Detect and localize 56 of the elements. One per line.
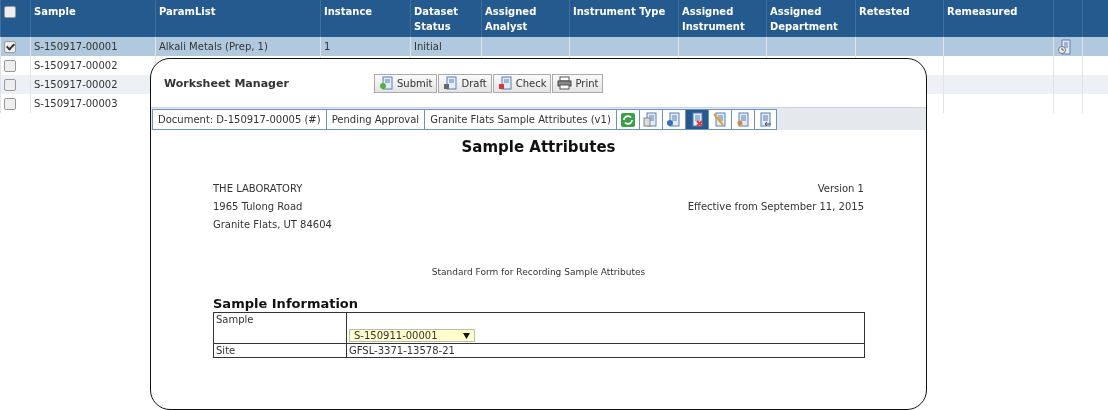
document-info: Pending Approval <box>325 109 425 130</box>
document-info: Granite Flats Sample Attributes (v1) <box>424 109 616 130</box>
column-header[interactable]: Assigned Instrument <box>682 4 763 34</box>
table-row[interactable]: S-150917-00001 Alkali Metals (Prep, 1) 1 Initial <box>0 37 1108 56</box>
printer-icon <box>557 76 573 90</box>
address-line: THE LABORATORY <box>213 182 304 196</box>
row-checkbox[interactable] <box>4 97 16 110</box>
field-label: Site <box>216 345 236 356</box>
user-document-icon[interactable] <box>730 109 754 130</box>
row-checkbox[interactable] <box>4 59 16 72</box>
back-document-icon[interactable] <box>753 109 777 130</box>
field-label: Sample <box>216 314 254 325</box>
column-header[interactable]: Remeasured <box>947 4 1018 19</box>
sample-dropdown[interactable]: S-150911-00001 <box>349 329 475 342</box>
table-cell: 1 <box>324 41 331 52</box>
draft-button[interactable]: Draft <box>438 73 492 93</box>
field-value: GFSL-3371-13578-21 <box>349 345 455 356</box>
row-checkbox[interactable] <box>4 78 16 91</box>
table-cell: S-150917-00003 <box>34 98 118 109</box>
section-heading: Sample Information <box>213 296 360 311</box>
document-icon <box>443 76 459 90</box>
document-clock-icon[interactable] <box>1057 38 1073 55</box>
column-header[interactable]: Instrument Type <box>573 4 666 19</box>
document-icon <box>497 76 513 90</box>
address-line: 1965 Tulong Road <box>213 200 304 214</box>
globe-document-icon[interactable] <box>661 109 685 130</box>
delete-document-icon[interactable] <box>684 109 708 130</box>
refresh-icon[interactable] <box>615 109 639 130</box>
select-all-checkbox[interactable] <box>4 6 16 18</box>
table-cell: Alkali Metals (Prep, 1) <box>159 41 268 52</box>
address-line: Granite Flats, UT 84604 <box>213 218 332 232</box>
table-cell: S-150917-00001 <box>34 41 118 52</box>
check-button[interactable]: Check <box>492 73 552 93</box>
version-line: Version 1 <box>817 182 864 196</box>
caret-icon <box>463 332 470 339</box>
column-header[interactable]: ParamList <box>159 4 216 19</box>
column-header[interactable]: Assigned Department <box>770 4 852 34</box>
dialog-title: Worksheet Manager <box>164 76 290 90</box>
version-line: Effective from September 11, 2015 <box>687 200 864 214</box>
column-header[interactable]: Retested <box>859 4 910 19</box>
document-icon <box>379 76 394 90</box>
print-button[interactable]: Print <box>552 73 604 93</box>
submit-button[interactable]: Submit <box>374 73 438 93</box>
edit-document-icon[interactable] <box>707 109 731 130</box>
table-cell: Initial <box>414 41 442 52</box>
copy-document-icon[interactable] <box>638 109 662 130</box>
column-header[interactable]: Sample <box>34 4 76 19</box>
column-header[interactable]: Instance <box>324 4 373 19</box>
column-header[interactable]: Assigned Analyst <box>485 4 566 34</box>
column-header[interactable]: Dataset Status <box>414 4 478 34</box>
table-cell: S-150917-00002 <box>34 60 118 71</box>
document-info: Document: D-150917-00005 (#) <box>152 109 326 130</box>
table-cell: S-150917-00002 <box>34 79 118 90</box>
row-checkbox[interactable] <box>4 40 16 53</box>
document-title: Sample Attributes <box>460 138 617 156</box>
form-subtitle: Standard Form for Recording Sample Attributes <box>430 266 647 278</box>
